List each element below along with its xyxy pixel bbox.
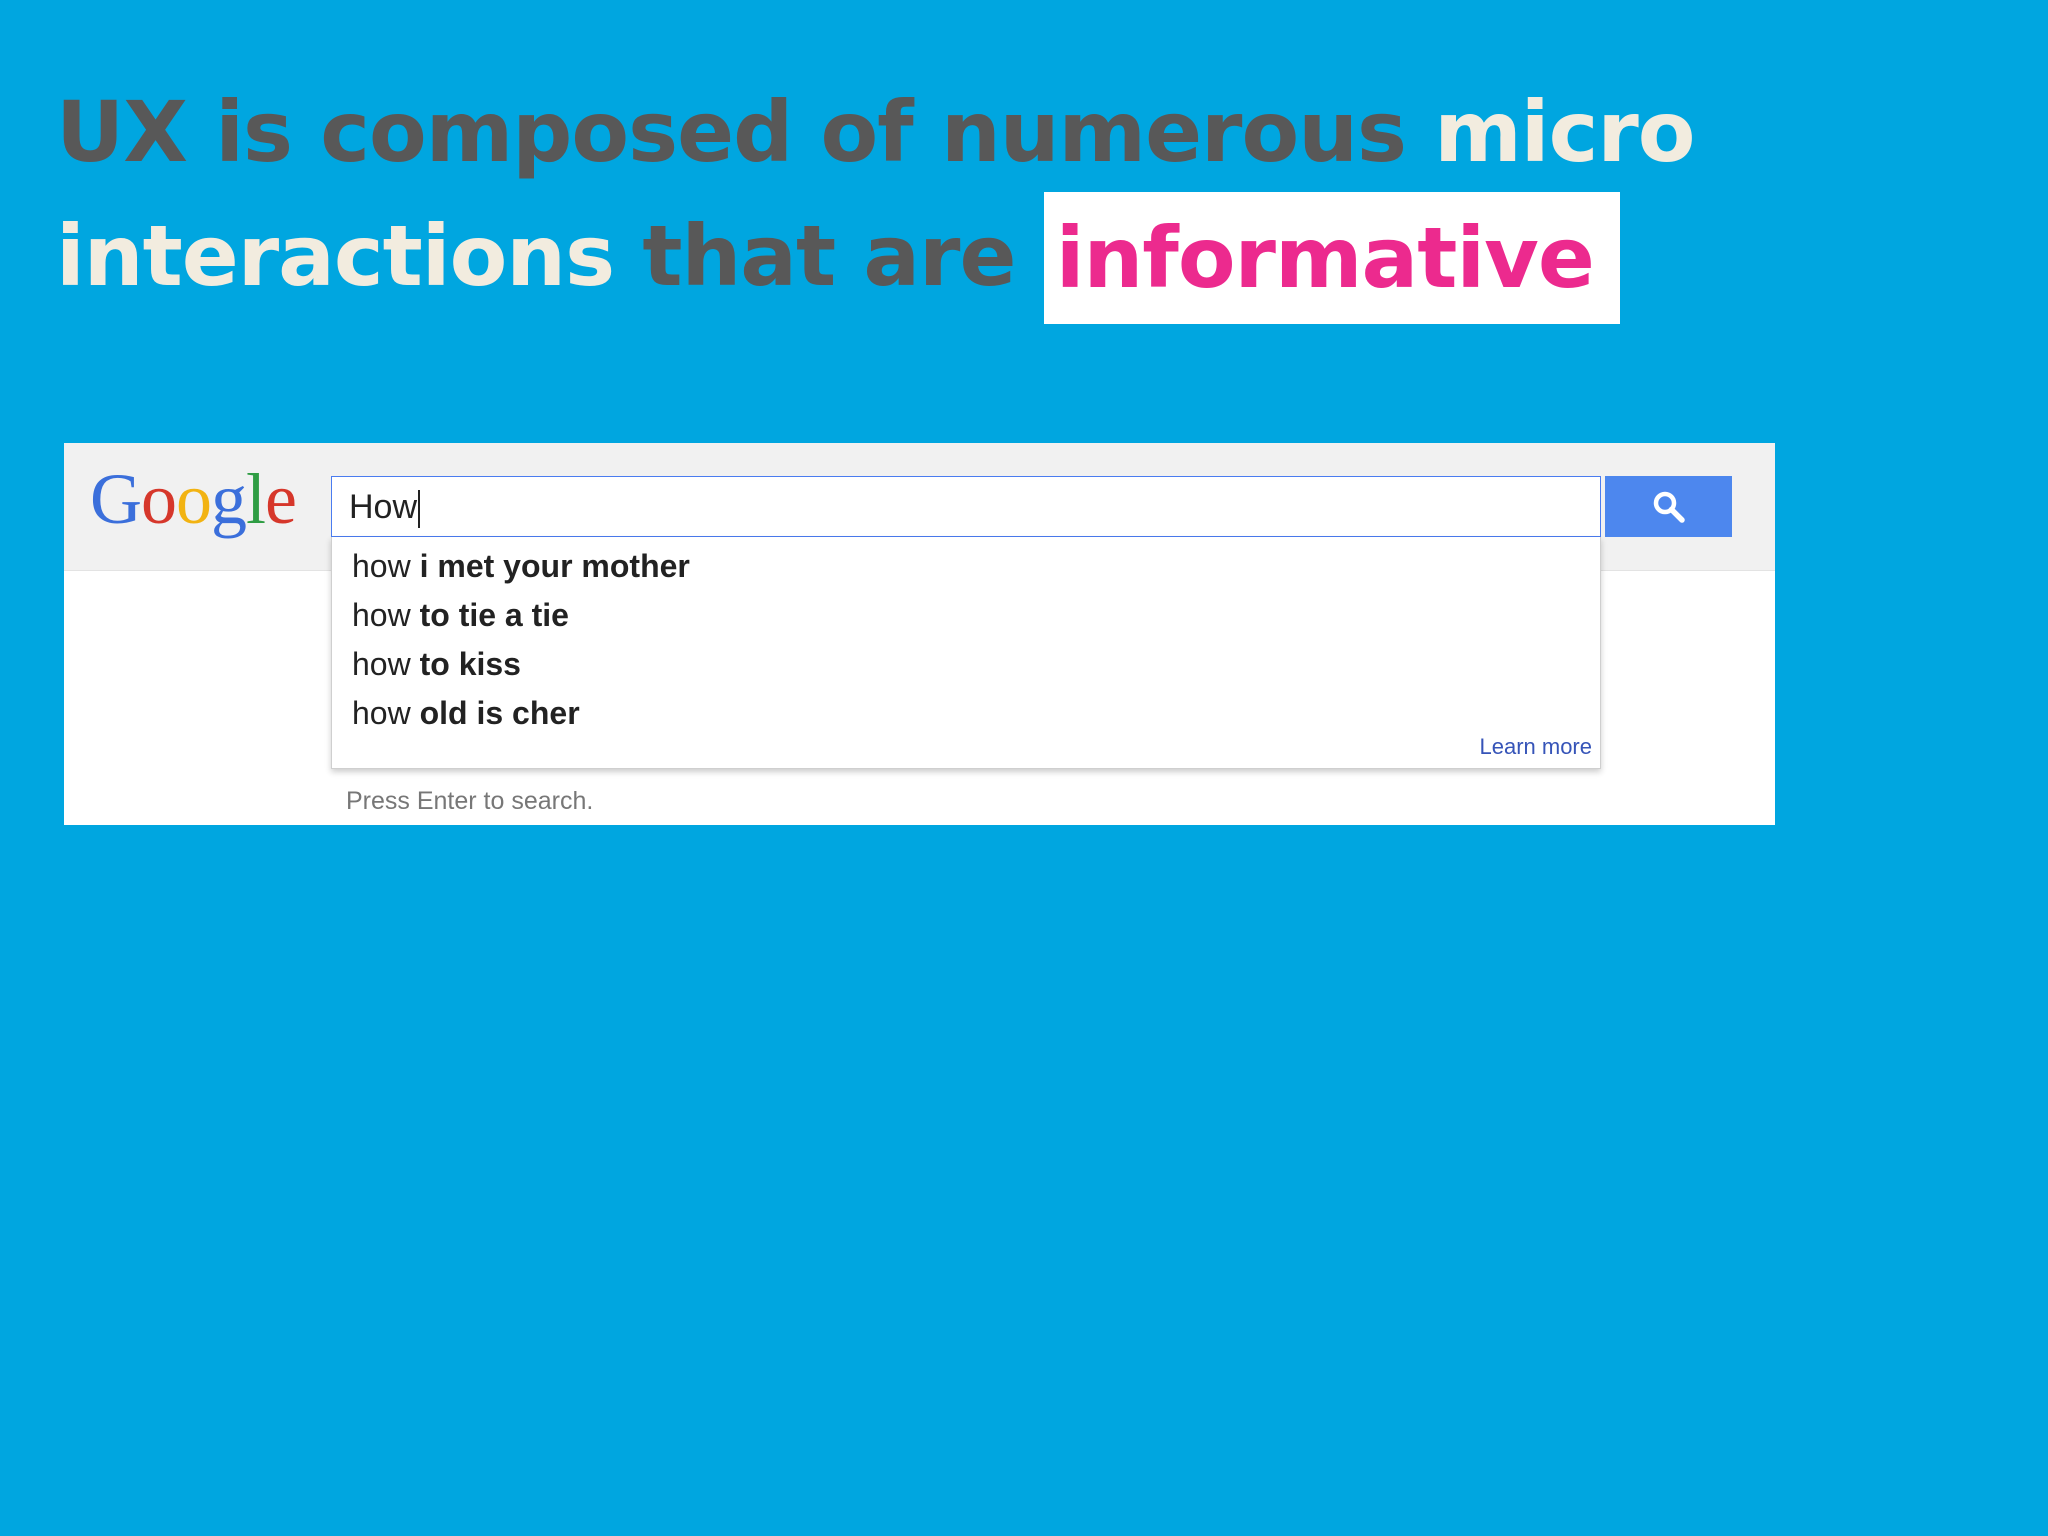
suggestion-completion: i met your mother xyxy=(419,548,690,584)
suggestion-item[interactable]: how i met your mother xyxy=(352,546,690,586)
logo-letter: G xyxy=(90,459,142,539)
heading-line-1: UX is composed of numerous micro xyxy=(56,70,1696,194)
suggestion-item[interactable]: how to tie a tie xyxy=(352,595,569,635)
logo-letter: o xyxy=(176,459,212,539)
search-input[interactable]: How xyxy=(331,476,1601,537)
logo-letter: o xyxy=(141,459,177,539)
search-button[interactable] xyxy=(1605,476,1732,537)
suggestion-prefix: how xyxy=(352,548,420,584)
press-enter-hint: Press Enter to search. xyxy=(346,787,594,815)
logo-letter: e xyxy=(265,459,297,539)
heading-text-dark-1: UX is composed of numerous xyxy=(56,83,1435,181)
text-caret xyxy=(418,490,421,529)
magnifier-icon xyxy=(1653,491,1685,523)
heading-text-light-2: interactions xyxy=(56,207,643,305)
heading-highlight: informative xyxy=(1043,192,1620,324)
suggestion-prefix: how xyxy=(352,646,420,682)
suggestion-prefix: how xyxy=(352,695,420,731)
suggestion-completion: to tie a tie xyxy=(419,597,569,633)
heading-text-dark-2: that are xyxy=(642,207,1044,305)
logo-letter: g xyxy=(211,459,247,539)
logo-letter: l xyxy=(246,459,266,539)
search-input-value: How xyxy=(349,485,421,529)
heading-line-2: interactions that are informative xyxy=(56,192,1695,324)
suggestion-completion: old is cher xyxy=(419,695,580,731)
slide-heading: UX is composed of numerous micro interac… xyxy=(56,70,1696,324)
suggestion-prefix: how xyxy=(352,597,420,633)
heading-text-light-1: micro xyxy=(1434,83,1695,181)
google-logo: Google xyxy=(90,459,297,539)
suggestion-item[interactable]: how old is cher xyxy=(352,693,580,733)
search-query-text: How xyxy=(349,488,418,526)
google-search-screenshot: Google How how i met your mother how to … xyxy=(64,443,1775,825)
suggestion-item[interactable]: how to kiss xyxy=(352,644,521,684)
learn-more-link[interactable]: Learn more xyxy=(1479,734,1592,760)
suggestion-completion: to kiss xyxy=(419,646,521,682)
autocomplete-dropdown: how i met your mother how to tie a tie h… xyxy=(331,537,1601,769)
